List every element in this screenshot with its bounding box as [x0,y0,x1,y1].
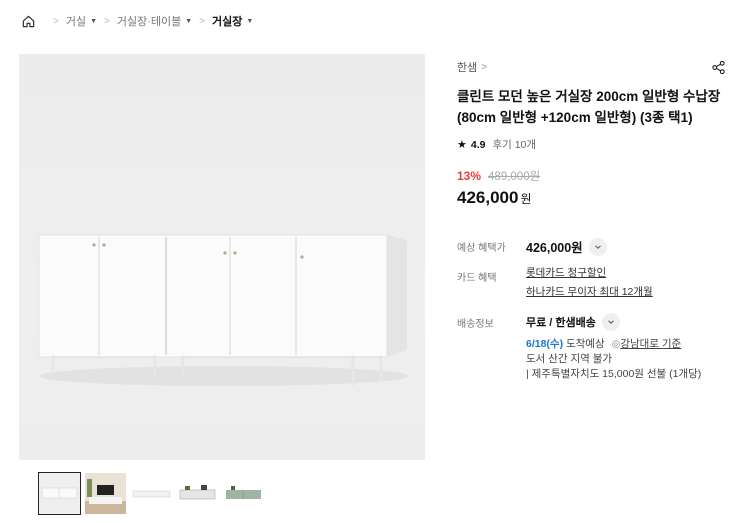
review-count: 후기 10개 [492,139,537,151]
shipping-value: 무료 / 한샘배송 [526,317,596,329]
home-icon[interactable] [20,13,36,29]
original-price: 489,000원 [488,171,541,183]
breadcrumb: > 거실 ▼ > 거실장·테이블 ▼ > 거실장 ▼ [20,12,253,30]
thumbnail-3[interactable] [131,473,172,514]
breadcrumb-separator: > [104,15,110,27]
chevron-right-icon: > [481,61,488,73]
breadcrumb-label: 거실 [65,16,87,28]
rating-score: 4.9 [470,138,486,151]
star-icon: ★ [457,139,467,151]
breadcrumb-item-tv-cabinet[interactable]: 거실장 ▼ [212,13,253,29]
expected-price-label: 예상 혜택가 [457,243,506,254]
share-icon[interactable] [709,58,727,76]
thumbnail-1[interactable] [38,472,81,515]
card-benefit-label: 카드 혜택 [457,273,497,284]
price-unit: 원 [520,192,532,206]
discount-rate: 13% [457,169,482,183]
brand-name: 한샘 [457,62,478,74]
cabinet-illustration [37,234,409,386]
sale-price: 426,000 [457,188,519,207]
card-link-lotte[interactable]: 롯데카드 청구할인 [526,264,653,283]
brand-link[interactable]: 한샘 > [457,59,487,75]
chevron-down-icon[interactable] [601,313,620,331]
benefits: 예상 혜택가 426,000원 카드 혜택 롯데카드 청구할인 하나카드 무이자… [457,237,727,382]
shipping-notice-1: 도서 산간 지역 불가 [526,353,613,365]
card-link-hana[interactable]: 하나카드 무이자 최대 12개월 [526,283,653,302]
arrival-date: 6/18(수) [526,338,564,350]
expected-price-row: 예상 혜택가 426,000원 [457,237,727,256]
product-info: 한샘 > 클린트 모던 높은 거실장 200cm 일반형 수납장(80cm 일반… [457,56,727,393]
price-block: 13% 489,000원 426,000 원 [457,168,727,208]
breadcrumb-item-cabinet-table[interactable]: 거실장·테이블 ▼ [117,13,192,29]
caret-down-icon: ▼ [90,17,98,25]
caret-down-icon: ▼ [185,17,193,25]
breadcrumb-separator: > [199,15,206,27]
breadcrumb-label: 거실장 [212,16,243,28]
breadcrumb-label: 거실장·테이블 [116,16,182,28]
shipping-notice-2: | 제주특별자치도 15,000원 선불 (1개당) [526,368,702,380]
product-title: 클린트 모던 높은 거실장 200cm 일반형 수납장(80cm 일반형 +12… [457,89,721,125]
arrival-text: 도착예상 [566,338,605,350]
rating[interactable]: ★ 4.9 후기 10개 [457,137,727,152]
thumbnail-4[interactable] [177,473,218,514]
thumbnail-5[interactable] [223,473,264,514]
thumbnail-strip [38,472,264,515]
breadcrumb-item-living[interactable]: 거실 ▼ [66,13,97,29]
product-main-image[interactable] [19,54,425,460]
location-pin-icon: ◎ [611,339,621,350]
expected-price-value: 426,000원 [526,241,583,255]
arrival-location[interactable]: 강남대로 기준 [620,338,681,350]
shipping-label: 배송정보 [457,319,494,330]
chevron-down-icon[interactable] [588,237,607,256]
breadcrumb-separator: > [53,15,59,27]
caret-down-icon: ▼ [246,17,254,25]
card-benefit-row: 카드 혜택 롯데카드 청구할인 하나카드 무이자 최대 12개월 [457,267,727,302]
shipping-row: 배송정보 무료 / 한샘배송 6/18(수) 도착예상 ◎강남대로 기준 도서 … [457,313,727,382]
thumbnail-2[interactable] [85,473,126,514]
